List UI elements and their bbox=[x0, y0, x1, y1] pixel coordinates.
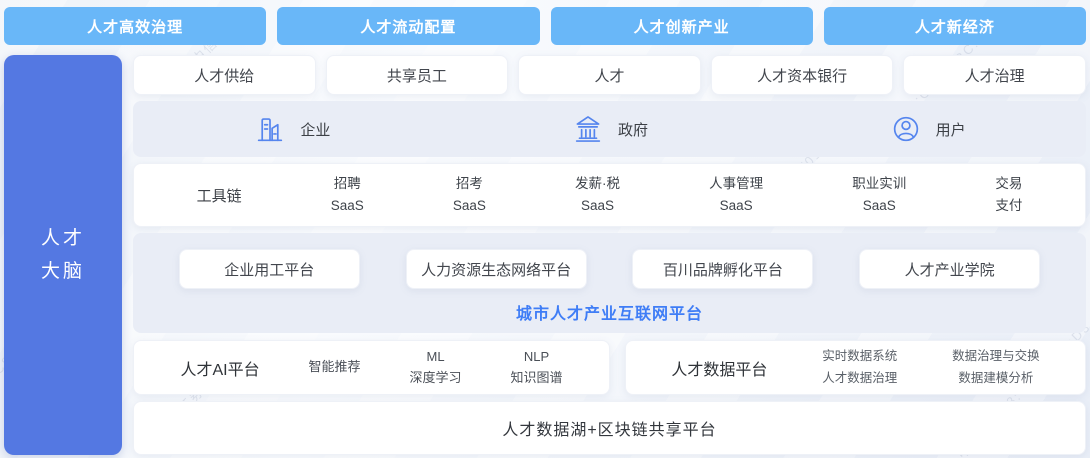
entity-user-label: 用户 bbox=[936, 119, 966, 140]
talent-data-platform-box: 人才数据平台 实时数据系统 人才数据治理 数据治理与交换 数据建模分析 bbox=[625, 340, 1086, 395]
platforms-panel: 企业用工平台 人力资源生态网络平台 百川品牌孵化平台 人才产业学院 城市人才产业… bbox=[133, 233, 1086, 333]
data-col-realtime-governance: 实时数据系统 人才数据治理 bbox=[822, 346, 897, 389]
talent-ai-platform-box: 人才AI平台 智能推荐 ML 深度学习 NLP 知识图谱 bbox=[133, 340, 610, 395]
data-lake-blockchain-platform: 人才数据湖+区块链共享平台 bbox=[133, 401, 1086, 455]
tab-talent-mobility: 人才流动配置 bbox=[277, 7, 539, 45]
platform-hr-ecosystem-network: 人力资源生态网络平台 bbox=[406, 249, 587, 289]
capabilities-row: 人才供给 共享员工 人才 人才资本银行 人才治理 bbox=[133, 55, 1086, 95]
ai-item-nlp-knowledge-graph: NLP 知识图谱 bbox=[510, 347, 562, 387]
toolchain-item-exam: 招考 SaaS bbox=[453, 173, 486, 216]
capability-talent-supply: 人才供给 bbox=[133, 55, 316, 95]
toolchain-label: 工具链 bbox=[197, 185, 242, 206]
ai-item-ml-deep-learning: ML 深度学习 bbox=[410, 347, 462, 387]
toolchain-item-recruiting: 招聘 SaaS bbox=[331, 173, 364, 216]
sidebar-talent-brain: 人才 大脑 bbox=[4, 55, 122, 455]
sidebar-title: 人才 大脑 bbox=[41, 222, 85, 289]
platform-talent-academy: 人才产业学院 bbox=[859, 249, 1040, 289]
platform-boxes-row: 企业用工平台 人力资源生态网络平台 百川品牌孵化平台 人才产业学院 bbox=[133, 249, 1086, 289]
ai-data-row: 人才AI平台 智能推荐 ML 深度学习 NLP 知识图谱 人才数据平台 实时数据… bbox=[133, 340, 1086, 395]
user-icon bbox=[889, 112, 923, 146]
top-tabs-row: 人才高效治理 人才流动配置 人才创新产业 人才新经济 bbox=[4, 7, 1086, 45]
ai-item-smart-recommendation: 智能推荐 bbox=[309, 357, 361, 377]
platform-baichuan-incubation: 百川品牌孵化平台 bbox=[632, 249, 813, 289]
sidebar-title-line2: 大脑 bbox=[41, 255, 85, 288]
capability-talent-capital-bank: 人才资本银行 bbox=[711, 55, 894, 95]
toolchain-row: 工具链 招聘 SaaS 招考 SaaS 发薪·税 SaaS 人事管理 SaaS … bbox=[133, 163, 1086, 227]
city-talent-internet-platform-title: 城市人才产业互联网平台 bbox=[133, 300, 1086, 324]
data-platform-title: 人才数据平台 bbox=[671, 356, 767, 380]
toolchain-item-trade-payment: 交易 支付 bbox=[995, 173, 1022, 216]
entity-government: 政府 bbox=[571, 112, 648, 146]
capability-talent: 人才 bbox=[518, 55, 701, 95]
entity-government-label: 政府 bbox=[618, 119, 648, 140]
ai-platform-title: 人才AI平台 bbox=[180, 356, 259, 380]
entity-user: 用户 bbox=[889, 112, 966, 146]
entity-enterprise: 企业 bbox=[253, 112, 330, 146]
toolchain-item-payroll-tax: 发薪·税 SaaS bbox=[575, 173, 620, 216]
toolchain-item-vocational-training: 职业实训 SaaS bbox=[852, 173, 906, 216]
building-icon bbox=[253, 112, 287, 146]
capability-talent-governance: 人才治理 bbox=[903, 55, 1086, 95]
sidebar-title-line1: 人才 bbox=[41, 222, 85, 255]
tab-talent-new-economy: 人才新经济 bbox=[824, 7, 1086, 45]
data-col-exchange-modeling: 数据治理与交换 数据建模分析 bbox=[952, 346, 1040, 389]
toolchain-item-hr-management: 人事管理 SaaS bbox=[709, 173, 763, 216]
tab-talent-governance: 人才高效治理 bbox=[4, 7, 266, 45]
entity-enterprise-label: 企业 bbox=[300, 119, 330, 140]
tab-talent-innovation: 人才创新产业 bbox=[551, 7, 813, 45]
bank-icon bbox=[571, 112, 605, 146]
capability-shared-employees: 共享员工 bbox=[326, 55, 509, 95]
platform-enterprise-employment: 企业用工平台 bbox=[179, 249, 360, 289]
entities-panel: 企业 政府 用户 bbox=[133, 101, 1086, 157]
talent-brain-architecture-diagram: 中信证券 中信证券 中信证券 中信证券 中信证券 T013480 T013480… bbox=[0, 0, 1090, 458]
